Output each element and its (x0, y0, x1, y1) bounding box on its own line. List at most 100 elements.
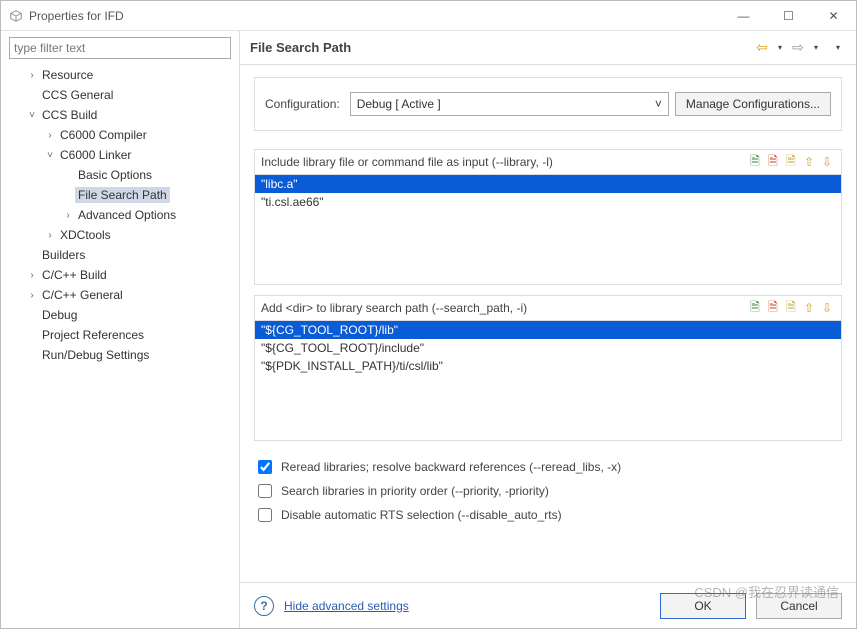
app-icon (9, 9, 23, 23)
back-icon[interactable]: ⇦ (754, 40, 770, 56)
panel1-toolbar: 🗎 🗎 🗎 ⇧ ⇩ (747, 154, 835, 170)
titlebar: Properties for IFD ― ☐ ✕ (1, 1, 856, 31)
tree-label: Debug (39, 307, 80, 323)
minimize-button[interactable]: ― (721, 1, 766, 31)
list-item[interactable]: "${PDK_INSTALL_PATH}/ti/csl/lib" (255, 357, 841, 375)
tree-node[interactable]: ›XDCtools (5, 225, 235, 245)
checkbox-input[interactable] (258, 508, 272, 522)
search-path-list[interactable]: "${CG_TOOL_ROOT}/lib""${CG_TOOL_ROOT}/in… (255, 320, 841, 440)
list-item[interactable]: "${CG_TOOL_ROOT}/include" (255, 339, 841, 357)
view-menu-icon[interactable]: ▾ (830, 40, 846, 56)
configuration-select[interactable]: Debug [ Active ] ˅ (350, 92, 669, 116)
tree-twisty[interactable]: › (25, 70, 39, 81)
tree-twisty[interactable]: › (43, 130, 57, 141)
list-item[interactable]: "${CG_TOOL_ROOT}/lib" (255, 321, 841, 339)
move-up-icon[interactable]: ⇧ (801, 154, 817, 170)
list-item[interactable]: "ti.csl.ae66" (255, 193, 841, 211)
option-checkbox[interactable]: Disable automatic RTS selection (--disab… (254, 503, 842, 527)
tree-node[interactable]: Builders (5, 245, 235, 265)
tree-label: Advanced Options (75, 207, 179, 223)
ok-button[interactable]: OK (660, 593, 746, 619)
tree-node[interactable]: ˅CCS Build (5, 105, 235, 125)
include-library-label: Include library file or command file as … (261, 155, 747, 169)
tree-twisty[interactable]: › (43, 230, 57, 241)
panel2-toolbar: 🗎 🗎 🗎 ⇧ ⇩ (747, 300, 835, 316)
dialog-footer: ? Hide advanced settings OK Cancel (240, 582, 856, 628)
tree-label: Project References (39, 327, 147, 343)
tree-label: Resource (39, 67, 96, 83)
search-path-label: Add <dir> to library search path (--sear… (261, 301, 747, 315)
tree-node[interactable]: ›C/C++ General (5, 285, 235, 305)
chevron-down-icon: ˅ (655, 97, 662, 111)
edit-icon[interactable]: 🗎 (783, 300, 799, 316)
sidebar: type filter text ›ResourceCCS General˅CC… (1, 31, 240, 628)
tree-node[interactable]: ›Resource (5, 65, 235, 85)
delete-icon[interactable]: 🗎 (765, 154, 781, 170)
options-checkboxes: Reread libraries; resolve backward refer… (254, 451, 842, 537)
move-down-icon[interactable]: ⇩ (819, 154, 835, 170)
option-checkbox[interactable]: Search libraries in priority order (--pr… (254, 479, 842, 503)
cancel-button[interactable]: Cancel (756, 593, 842, 619)
configuration-label: Configuration: (265, 97, 340, 111)
forward-icon[interactable]: ⇨ (790, 40, 806, 56)
tree-label: XDCtools (57, 227, 114, 243)
main-panel: File Search Path ⇦ ▾ ⇨ ▾ ▾ Configuration… (240, 31, 856, 628)
move-down-icon[interactable]: ⇩ (819, 300, 835, 316)
edit-icon[interactable]: 🗎 (783, 154, 799, 170)
checkbox-label: Reread libraries; resolve backward refer… (281, 460, 621, 474)
properties-dialog: Properties for IFD ― ☐ ✕ type filter tex… (0, 0, 857, 629)
tree-node[interactable]: Project References (5, 325, 235, 345)
tree-node[interactable]: File Search Path (5, 185, 235, 205)
page-header: File Search Path ⇦ ▾ ⇨ ▾ ▾ (240, 31, 856, 65)
tree-twisty[interactable]: ˅ (25, 110, 39, 121)
tree-label: Run/Debug Settings (39, 347, 152, 363)
tree-label: C/C++ General (39, 287, 126, 303)
help-icon[interactable]: ? (254, 596, 274, 616)
option-checkbox[interactable]: Reread libraries; resolve backward refer… (254, 455, 842, 479)
tree-label: CCS General (39, 87, 116, 103)
tree-twisty[interactable]: › (61, 210, 75, 221)
hide-advanced-link[interactable]: Hide advanced settings (284, 599, 409, 613)
maximize-button[interactable]: ☐ (766, 1, 811, 31)
tree-label: File Search Path (75, 187, 170, 203)
close-button[interactable]: ✕ (811, 1, 856, 31)
configuration-row: Configuration: Debug [ Active ] ˅ Manage… (254, 77, 842, 131)
tree-twisty[interactable]: ˅ (43, 150, 57, 161)
move-up-icon[interactable]: ⇧ (801, 300, 817, 316)
tree-node[interactable]: ›C/C++ Build (5, 265, 235, 285)
include-library-panel: Include library file or command file as … (254, 149, 842, 285)
tree-label: CCS Build (39, 107, 100, 123)
back-menu-icon[interactable]: ▾ (772, 40, 788, 56)
filter-input[interactable]: type filter text (9, 37, 231, 59)
nav-tree: ›ResourceCCS General˅CCS Build›C6000 Com… (5, 63, 235, 622)
header-nav-icons: ⇦ ▾ ⇨ ▾ ▾ (754, 40, 846, 56)
forward-menu-icon[interactable]: ▾ (808, 40, 824, 56)
tree-node[interactable]: ›Advanced Options (5, 205, 235, 225)
checkbox-label: Disable automatic RTS selection (--disab… (281, 508, 562, 522)
tree-label: Basic Options (75, 167, 155, 183)
list-item[interactable]: "libc.a" (255, 175, 841, 193)
window-title: Properties for IFD (29, 9, 721, 23)
include-library-list[interactable]: "libc.a""ti.csl.ae66" (255, 174, 841, 284)
tree-label: C/C++ Build (39, 267, 110, 283)
tree-node[interactable]: ›C6000 Compiler (5, 125, 235, 145)
tree-twisty[interactable]: › (25, 270, 39, 281)
checkbox-input[interactable] (258, 460, 272, 474)
tree-node[interactable]: CCS General (5, 85, 235, 105)
tree-label: C6000 Compiler (57, 127, 150, 143)
checkbox-input[interactable] (258, 484, 272, 498)
delete-icon[interactable]: 🗎 (765, 300, 781, 316)
tree-label: Builders (39, 247, 88, 263)
tree-node[interactable]: Debug (5, 305, 235, 325)
add-icon[interactable]: 🗎 (747, 300, 763, 316)
checkbox-label: Search libraries in priority order (--pr… (281, 484, 549, 498)
search-path-panel: Add <dir> to library search path (--sear… (254, 295, 842, 441)
tree-node[interactable]: Basic Options (5, 165, 235, 185)
tree-label: C6000 Linker (57, 147, 134, 163)
page-title: File Search Path (250, 40, 754, 55)
manage-configurations-button[interactable]: Manage Configurations... (675, 92, 831, 116)
tree-node[interactable]: ˅C6000 Linker (5, 145, 235, 165)
tree-node[interactable]: Run/Debug Settings (5, 345, 235, 365)
add-icon[interactable]: 🗎 (747, 154, 763, 170)
tree-twisty[interactable]: › (25, 290, 39, 301)
